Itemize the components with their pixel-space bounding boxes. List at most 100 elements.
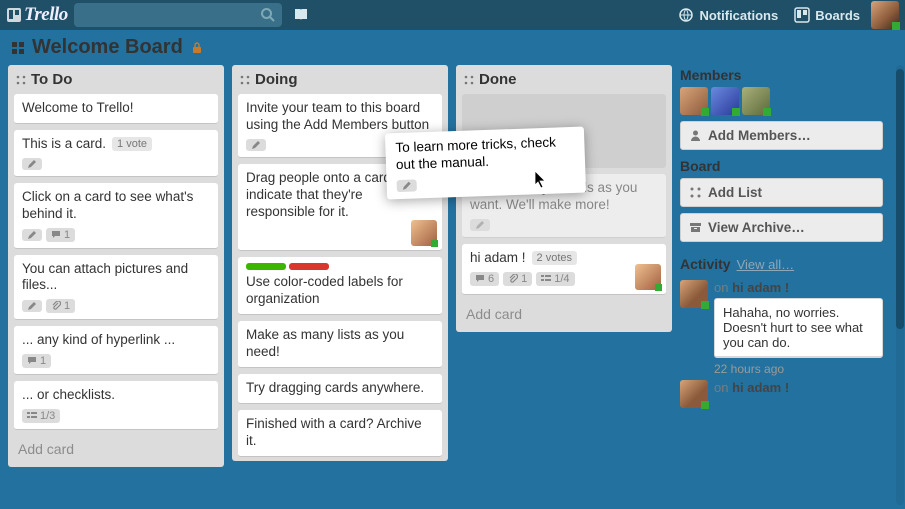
pencil-icon	[475, 220, 485, 230]
list-todo: To Do Welcome to Trello! This is a card.…	[8, 65, 224, 467]
view-all-link[interactable]: View all…	[737, 257, 795, 272]
member-avatar[interactable]	[742, 87, 770, 115]
add-card-button[interactable]: Add card	[456, 299, 672, 332]
card-member-avatar[interactable]	[635, 264, 661, 290]
notifications-button[interactable]: Notifications	[673, 4, 783, 26]
status-badge	[732, 108, 740, 116]
members-row	[680, 87, 883, 115]
status-badge	[892, 22, 900, 30]
list-header[interactable]: To Do	[8, 65, 224, 94]
grip-icon	[240, 75, 250, 85]
comments-badge: 1	[22, 354, 51, 368]
card-title: Use color-coded labels for organization	[246, 274, 434, 308]
view-archive-label: View Archive…	[708, 220, 805, 235]
list-header[interactable]: Done	[456, 65, 672, 94]
board-title[interactable]: Welcome Board	[10, 36, 183, 59]
card-title: You can attach pictures and files...	[22, 261, 210, 295]
activity-target[interactable]: hi adam !	[732, 280, 789, 295]
guide-button[interactable]	[288, 4, 314, 26]
user-avatar[interactable]	[871, 1, 899, 29]
boards-button[interactable]: Boards	[789, 4, 865, 26]
sidebar: Members Add Members… Board Add List View…	[680, 65, 885, 509]
activity-line: on hi adam !	[714, 380, 883, 395]
checklist-icon	[27, 411, 37, 421]
comment-icon	[475, 274, 485, 284]
view-archive-button[interactable]: View Archive…	[680, 213, 883, 242]
add-members-label: Add Members…	[708, 128, 811, 143]
pencil-icon	[27, 159, 37, 169]
card-title: Invite your team to this board using the…	[246, 100, 434, 134]
activity-avatar[interactable]	[680, 380, 708, 408]
activity-comment: Hahaha, no worries. Doesn't hurt to see …	[714, 298, 883, 358]
logo[interactable]: Trello	[6, 4, 68, 26]
member-avatar[interactable]	[680, 87, 708, 115]
card-title: Make as many lists as you need!	[246, 327, 434, 361]
card[interactable]: ... any kind of hyperlink ... 1	[14, 326, 218, 375]
attachment-badge: 1	[46, 299, 75, 313]
status-badge	[431, 240, 438, 247]
activity-avatar[interactable]	[680, 280, 708, 308]
list-done: Done Use as many boards as you want. We'…	[456, 65, 672, 332]
card-member-avatar[interactable]	[411, 220, 437, 246]
card[interactable]: You can attach pictures and files... 1	[14, 255, 218, 321]
user-icon	[689, 129, 702, 142]
pencil-icon	[27, 301, 37, 311]
card[interactable]: hi adam ! 2 votes 6 1 1/4	[462, 244, 666, 295]
globe-icon	[678, 7, 694, 23]
pencil-icon	[402, 180, 412, 190]
scrollbar[interactable]	[896, 65, 904, 505]
checklist-badge: 1/4	[536, 272, 574, 286]
card[interactable]: Try dragging cards anywhere.	[238, 374, 442, 404]
attachment-badge: 1	[503, 272, 532, 286]
paperclip-icon	[51, 301, 61, 311]
card[interactable]: Welcome to Trello!	[14, 94, 218, 124]
vote-badge: 2 votes	[532, 251, 577, 265]
list-cards: Welcome to Trello! This is a card. 1 vot…	[8, 94, 224, 434]
boards-label: Boards	[815, 8, 860, 23]
add-list-button[interactable]: Add List	[680, 178, 883, 207]
search-input[interactable]	[80, 8, 260, 23]
card[interactable]: Make as many lists as you need!	[238, 321, 442, 368]
board-grip-icon	[10, 40, 26, 56]
list-cards: Use as many boards as you want. We'll ma…	[456, 94, 672, 299]
list-doing: Doing Invite your team to this board usi…	[232, 65, 448, 461]
card-labels	[246, 263, 434, 270]
status-badge	[655, 284, 662, 291]
list-title: Done	[479, 71, 517, 88]
comments-badge: 6	[470, 272, 499, 286]
status-badge	[701, 108, 709, 116]
add-card-button[interactable]: Add card	[8, 434, 224, 467]
search-box[interactable]	[74, 3, 282, 27]
trello-icon	[6, 7, 22, 23]
add-members-button[interactable]: Add Members…	[680, 121, 883, 150]
card[interactable]: Finished with a card? Archive it.	[238, 410, 442, 457]
edit-badge	[22, 158, 42, 170]
card-title: hi adam !	[470, 250, 526, 267]
card[interactable]: This is a card. 1 vote	[14, 130, 218, 177]
status-badge	[701, 401, 709, 409]
label-red	[289, 263, 329, 270]
list-header[interactable]: Doing	[232, 65, 448, 94]
card[interactable]: ... or checklists. 1/3	[14, 381, 218, 430]
activity-item: on hi adam ! Hahaha, no worries. Doesn't…	[680, 280, 883, 376]
card[interactable]: Use color-coded labels for organization	[238, 257, 442, 315]
list-title: To Do	[31, 71, 72, 88]
lock-icon	[191, 42, 203, 54]
scrollbar-thumb[interactable]	[896, 69, 904, 329]
edit-badge	[246, 139, 266, 151]
activity-target[interactable]: hi adam !	[732, 380, 789, 395]
archive-icon	[689, 221, 702, 234]
edit-badge	[397, 179, 417, 192]
member-avatar[interactable]	[711, 87, 739, 115]
comment-icon	[27, 356, 37, 366]
card-title: To learn more tricks, check out the manu…	[395, 134, 575, 174]
card-title: ... or checklists.	[22, 387, 210, 404]
board-title-text: Welcome Board	[32, 36, 183, 59]
card-title: This is a card.	[22, 136, 106, 153]
dragged-card[interactable]: To learn more tricks, check out the manu…	[385, 127, 586, 200]
comments-badge: 1	[46, 228, 75, 242]
edit-badge	[22, 300, 42, 312]
book-icon	[293, 7, 309, 23]
list-title: Doing	[255, 71, 298, 88]
card[interactable]: Click on a card to see what's behind it.…	[14, 183, 218, 249]
